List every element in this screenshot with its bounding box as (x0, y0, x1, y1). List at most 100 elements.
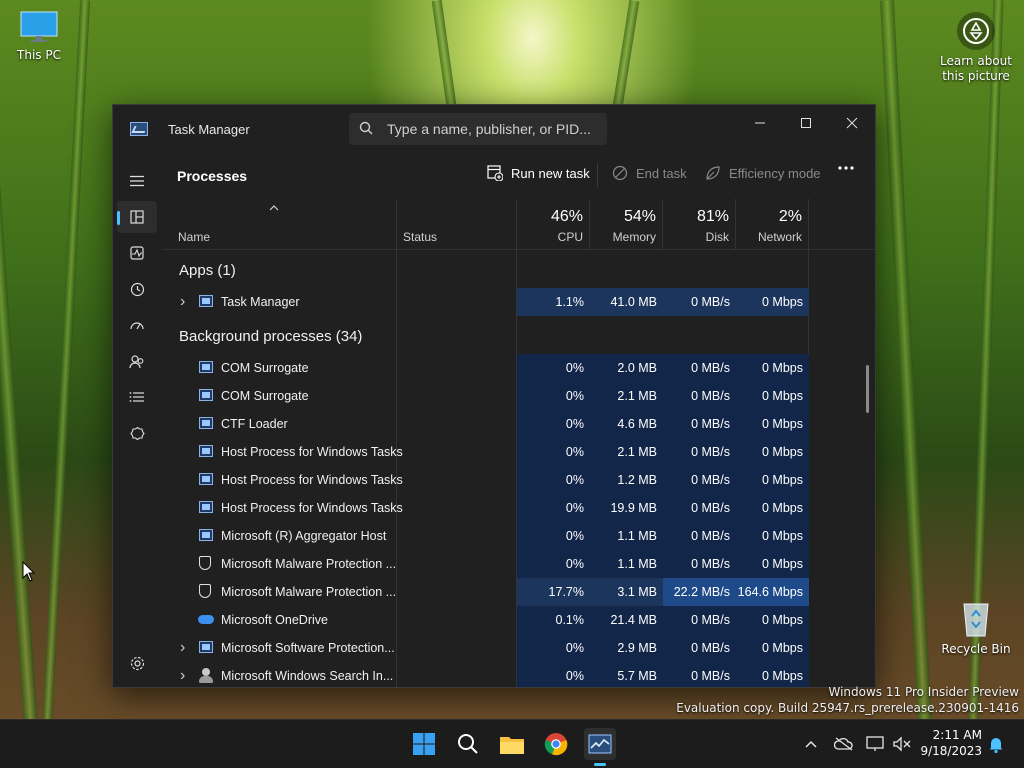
volume-tray-button[interactable] (892, 720, 912, 768)
process-cpu-value: 0% (517, 494, 590, 522)
sidebar-item-settings[interactable] (117, 647, 157, 679)
chevron-right-icon[interactable]: › (180, 634, 185, 662)
processes-panel: Processes Run new task End task Efficien… (163, 151, 875, 687)
column-cpu[interactable]: 46% CPU (517, 199, 590, 249)
column-disk-label: Disk (705, 230, 729, 244)
file-explorer-icon (500, 737, 524, 754)
column-memory[interactable]: 54% Memory (590, 199, 663, 249)
search-placeholder: Type a name, publisher, or PID... (387, 121, 591, 137)
onedrive-tray-button[interactable] (834, 720, 854, 768)
taskbar-search-button[interactable] (452, 728, 484, 760)
recycle-bin-icon (958, 598, 994, 638)
process-row[interactable]: Microsoft OneDrive 0.1% 21.4 MB 0 MB/s 0 Mbp… (163, 606, 875, 634)
clock-date: 9/18/2023 (920, 744, 982, 758)
column-header: Name Status 46% CPU 54% Memory 81% Disk … (163, 199, 875, 250)
process-row[interactable]: › Microsoft Windows Search In... 0% 5.7 MB 0… (163, 662, 875, 687)
end-task-button[interactable]: End task (612, 165, 687, 181)
sidebar-item-details[interactable] (117, 381, 157, 413)
close-icon (846, 117, 858, 129)
process-row[interactable]: Host Process for Windows Tasks 0% 2.1 MB 0 … (163, 438, 875, 466)
search-input[interactable]: Type a name, publisher, or PID... (349, 113, 607, 145)
process-memory-value: 1.1 MB (590, 550, 663, 578)
close-button[interactable] (829, 110, 875, 136)
process-row[interactable]: Host Process for Windows Tasks 0% 19.9 MB 0… (163, 494, 875, 522)
process-row[interactable]: Microsoft Malware Protection ... 17.7% 3.1… (163, 578, 875, 606)
startup-apps-icon (130, 322, 144, 330)
show-hidden-icons-button[interactable] (804, 720, 818, 768)
efficiency-mode-button[interactable]: Efficiency mode (705, 165, 821, 181)
users-icon (129, 354, 144, 368)
task-manager-taskbar-button[interactable] (584, 728, 616, 766)
learn-about-picture-desktop-icon[interactable]: Learn about this picture (940, 12, 1012, 84)
process-network-value: 0 Mbps (736, 410, 809, 438)
process-row[interactable]: Microsoft Malware Protection ... 0% 1.1 MB… (163, 550, 875, 578)
toolbar-divider (597, 163, 598, 187)
clock[interactable]: 2:11 AM 9/18/2023 (920, 727, 982, 759)
start-button[interactable] (408, 728, 440, 760)
title-bar[interactable]: Task Manager Type a name, publisher, or … (113, 105, 875, 151)
process-row[interactable]: Microsoft (R) Aggregator Host 0% 1.1 MB 0 M… (163, 522, 875, 550)
task-manager-icon (199, 295, 213, 307)
group-header-background[interactable]: Background processes (34) (163, 316, 875, 354)
process-cpu-value: 0% (517, 634, 590, 662)
process-memory-value: 41.0 MB (590, 288, 663, 316)
network-total-percent: 2% (778, 208, 802, 225)
sort-ascending-icon (269, 205, 279, 211)
network-tray-button[interactable] (866, 720, 886, 768)
column-network[interactable]: 2% Network (736, 199, 809, 249)
sidebar-item-menu[interactable] (117, 165, 157, 197)
process-name: Microsoft Software Protection... (221, 641, 395, 655)
column-status[interactable]: Status (397, 199, 517, 249)
process-row[interactable]: › Microsoft Software Protection... 0% 2.9 M… (163, 634, 875, 662)
chevron-right-icon[interactable]: › (180, 662, 185, 687)
sidebar-item-processes[interactable] (117, 201, 157, 233)
chevron-up-icon (805, 740, 817, 748)
chevron-right-icon[interactable]: › (180, 288, 185, 316)
process-row[interactable]: COM Surrogate 0% 2.1 MB 0 MB/s 0 Mbps (163, 382, 875, 410)
process-network-value: 0 Mbps (736, 382, 809, 410)
recycle-bin-desktop-icon[interactable]: Recycle Bin (940, 598, 1012, 656)
column-network-label: Network (757, 230, 802, 244)
sidebar-item-startup-apps[interactable] (117, 309, 157, 341)
notifications-button[interactable] (988, 720, 1004, 768)
column-disk[interactable]: 81% Disk (663, 199, 736, 249)
run-new-task-button[interactable]: Run new task (487, 165, 590, 181)
taskbar: 2:11 AM 9/18/2023 (0, 719, 1024, 768)
column-name[interactable]: Name (163, 199, 397, 249)
process-network-value: 0 Mbps (736, 634, 809, 662)
column-name-label: Name (178, 230, 211, 244)
person-icon (199, 668, 213, 683)
hamburger-icon (130, 175, 144, 187)
process-name: Host Process for Windows Tasks (221, 445, 403, 459)
chrome-button[interactable] (540, 728, 572, 760)
sidebar-item-app-history[interactable] (117, 273, 157, 305)
process-row[interactable]: CTF Loader 0% 4.6 MB 0 MB/s 0 Mbps (163, 410, 875, 438)
group-header-apps[interactable]: Apps (1) (163, 250, 875, 288)
process-row[interactable]: COM Surrogate 0% 2.0 MB 0 MB/s 0 Mbps (163, 354, 875, 382)
process-cpu-value: 0% (517, 354, 590, 382)
more-options-button[interactable] (837, 165, 855, 171)
process-disk-value: 0 MB/s (663, 466, 736, 494)
sidebar-item-users[interactable] (117, 345, 157, 377)
process-row[interactable]: › Task Manager 1.1% 41.0 MB 0 MB/s 0 Mbps (163, 288, 875, 316)
process-row[interactable]: Host Process for Windows Tasks 0% 1.2 MB 0 … (163, 466, 875, 494)
maximize-button[interactable] (783, 110, 829, 136)
this-pc-desktop-icon[interactable]: This PC (14, 10, 64, 62)
sidebar-item-performance[interactable] (117, 237, 157, 269)
process-network-value: 0 Mbps (736, 606, 809, 634)
page-title: Processes (177, 168, 248, 184)
process-disk-value: 0 MB/s (663, 662, 736, 687)
sidebar-item-services[interactable] (117, 417, 157, 449)
active-app-indicator (594, 763, 606, 766)
file-explorer-button[interactable] (496, 728, 528, 760)
process-cpu-value: 0% (517, 466, 590, 494)
minimize-button[interactable] (737, 110, 783, 136)
scrollbar-thumb[interactable] (866, 365, 869, 413)
process-cpu-value: 0% (517, 438, 590, 466)
process-disk-value: 0 MB/s (663, 382, 736, 410)
process-cpu-value: 1.1% (517, 288, 590, 316)
process-cpu-value: 0% (517, 550, 590, 578)
process-memory-value: 2.0 MB (590, 354, 663, 382)
process-disk-value: 22.2 MB/s (663, 578, 736, 606)
process-disk-value: 0 MB/s (663, 288, 736, 316)
